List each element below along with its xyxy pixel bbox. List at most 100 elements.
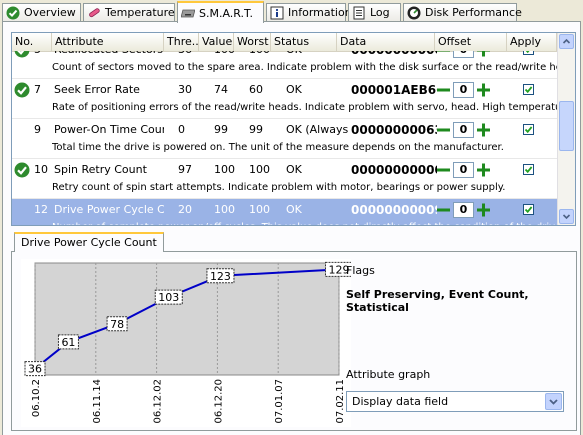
- col-data[interactable]: Data: [337, 33, 435, 51]
- offset-stepper[interactable]: 0: [436, 162, 492, 178]
- offset-value[interactable]: 0: [453, 202, 474, 218]
- ok-status-icon: [14, 162, 30, 178]
- plus-icon[interactable]: [476, 51, 491, 58]
- hard-drive-icon: [180, 6, 196, 20]
- apply-checkbox[interactable]: [523, 164, 534, 175]
- tab-drive-power-cycle-count[interactable]: Drive Power Cycle Count: [14, 232, 164, 252]
- x-tick-label: 07.02.11: [335, 379, 346, 424]
- attribute-graph-select[interactable]: Display data field: [346, 391, 564, 412]
- offset-stepper[interactable]: 0: [436, 202, 492, 218]
- tab-information-label: Information: [288, 6, 352, 19]
- flags-label: Flags: [346, 264, 375, 277]
- cell-threshold: 20: [178, 203, 192, 216]
- dropdown-arrow-icon[interactable]: [545, 393, 562, 410]
- cell-no: 12: [34, 203, 48, 216]
- grid-rows: 5Reallocated Sectors Count36100100OK0000…: [12, 51, 557, 225]
- col-offset[interactable]: Offset: [435, 33, 507, 51]
- tab-smart[interactable]: S.M.A.R.T.: [177, 1, 264, 23]
- tab-information[interactable]: Information: [266, 3, 352, 21]
- data-point-label: 61: [57, 334, 79, 350]
- col-attribute[interactable]: Attribute: [52, 33, 164, 51]
- cell-worst: 100: [249, 51, 283, 59]
- main-tabs: Overview Temperature S.M.A.R.T. Informat…: [2, 1, 581, 23]
- minus-icon[interactable]: [436, 82, 451, 98]
- data-point-label: 36: [24, 361, 46, 377]
- offset-stepper[interactable]: 0: [436, 122, 492, 138]
- attribute-description: Retry count of spin start attempts. Indi…: [52, 182, 506, 193]
- table-row[interactable]: 12 Drive Power Cycle C... 20 100 100 OK 000000…: [12, 199, 557, 225]
- attribute-description: Number of complete power on/off cycles. …: [52, 221, 557, 225]
- offset-value[interactable]: 0: [453, 162, 474, 178]
- tab-overview-label: Overview: [24, 6, 76, 19]
- col-apply[interactable]: Apply: [507, 33, 557, 51]
- cell-status: OK: [286, 51, 348, 59]
- offset-value[interactable]: 0: [453, 82, 474, 98]
- minus-icon[interactable]: [436, 51, 451, 58]
- plot-area: [34, 262, 340, 376]
- cell-no: 5: [34, 51, 52, 59]
- cell-attribute: Spin Retry Count: [54, 163, 147, 176]
- table-row[interactable]: 7 Seek Error Rate 30 74 60 OK 000001AEB665 0 Rat…: [12, 79, 557, 119]
- apply-checkbox[interactable]: [523, 51, 534, 55]
- plus-icon[interactable]: [476, 162, 491, 178]
- col-status[interactable]: Status: [271, 33, 337, 51]
- ok-status-icon: [14, 82, 30, 98]
- tab-overview[interactable]: Overview: [2, 3, 81, 21]
- offset-value[interactable]: 0: [453, 122, 474, 138]
- cell-data: 000001AEB665: [351, 83, 437, 97]
- tab-temperature[interactable]: Temperature: [83, 3, 175, 21]
- cell-data: 000000000000: [351, 163, 437, 177]
- x-tick-label: 06.12.20: [213, 379, 224, 424]
- tab-log[interactable]: Log: [348, 3, 401, 21]
- cell-worst: 60: [249, 83, 263, 96]
- cell-no: 7: [34, 83, 41, 96]
- cell-data: 000000000000: [351, 51, 437, 59]
- offset-stepper[interactable]: 0: [436, 82, 492, 98]
- col-worst[interactable]: Worst: [234, 33, 271, 51]
- scroll-thumb[interactable]: [559, 101, 574, 151]
- attribute-graph-label: Attribute graph: [346, 368, 431, 381]
- info-icon: [270, 6, 284, 20]
- plus-icon[interactable]: [476, 82, 491, 98]
- minus-icon[interactable]: [436, 122, 451, 138]
- attribute-chart: 06.10.2 06.11.14 06.12.02 06.12.20 07.01.07 0…: [21, 259, 353, 427]
- log-icon: [352, 6, 366, 20]
- minus-icon[interactable]: [436, 162, 451, 178]
- col-no[interactable]: No.: [12, 33, 52, 51]
- cell-attribute: Power-On Time Count: [54, 123, 164, 136]
- thermometer-icon: [87, 6, 101, 20]
- cell-data: 000000000091: [351, 203, 437, 217]
- cell-attribute: Drive Power Cycle C...: [54, 203, 164, 216]
- table-row[interactable]: 9Power-On Time Count09999OK (Always...00…: [12, 119, 557, 159]
- cell-value: 100: [214, 51, 246, 59]
- plus-icon[interactable]: [476, 122, 491, 138]
- x-tick-label: 06.12.02: [153, 379, 164, 424]
- col-threshold[interactable]: Thre...: [164, 33, 199, 51]
- scroll-down-arrow[interactable]: [559, 209, 574, 224]
- svg-text:103: 103: [158, 291, 179, 304]
- attribute-chart-svg: 06.10.2 06.11.14 06.12.02 06.12.20 07.01.07 0…: [24, 261, 353, 424]
- flags-value: Self Preserving, Event Count, Statistica…: [346, 288, 529, 314]
- grid-vertical-scrollbar[interactable]: [557, 33, 575, 225]
- x-tick-label: 07.01.07: [274, 379, 285, 424]
- tab-disk-performance[interactable]: Disk Performance: [403, 3, 522, 21]
- cell-value: 99: [214, 123, 228, 136]
- offset-value[interactable]: 0: [453, 51, 474, 58]
- apply-checkbox[interactable]: [523, 204, 534, 215]
- col-value[interactable]: Value: [199, 33, 234, 51]
- cell-value: 100: [214, 203, 235, 216]
- table-row[interactable]: 5Reallocated Sectors Count36100100OK0000…: [12, 51, 557, 79]
- apply-checkbox[interactable]: [523, 124, 534, 135]
- x-tick-label: 06.11.14: [92, 379, 103, 424]
- data-point-label: 103: [154, 289, 183, 305]
- offset-stepper[interactable]: 0: [436, 51, 492, 58]
- minus-icon[interactable]: [436, 202, 451, 218]
- apply-checkbox[interactable]: [523, 84, 534, 95]
- scroll-up-arrow[interactable]: [559, 34, 574, 49]
- cell-worst: 100: [249, 163, 270, 176]
- svg-text:123: 123: [210, 270, 231, 283]
- cell-threshold: 97: [178, 163, 192, 176]
- smart-attribute-grid[interactable]: No. Attribute Thre... Value Worst Status…: [11, 32, 576, 226]
- plus-icon[interactable]: [476, 202, 491, 218]
- table-row[interactable]: 10Spin Retry Count97100100OK000000000000…: [12, 159, 557, 199]
